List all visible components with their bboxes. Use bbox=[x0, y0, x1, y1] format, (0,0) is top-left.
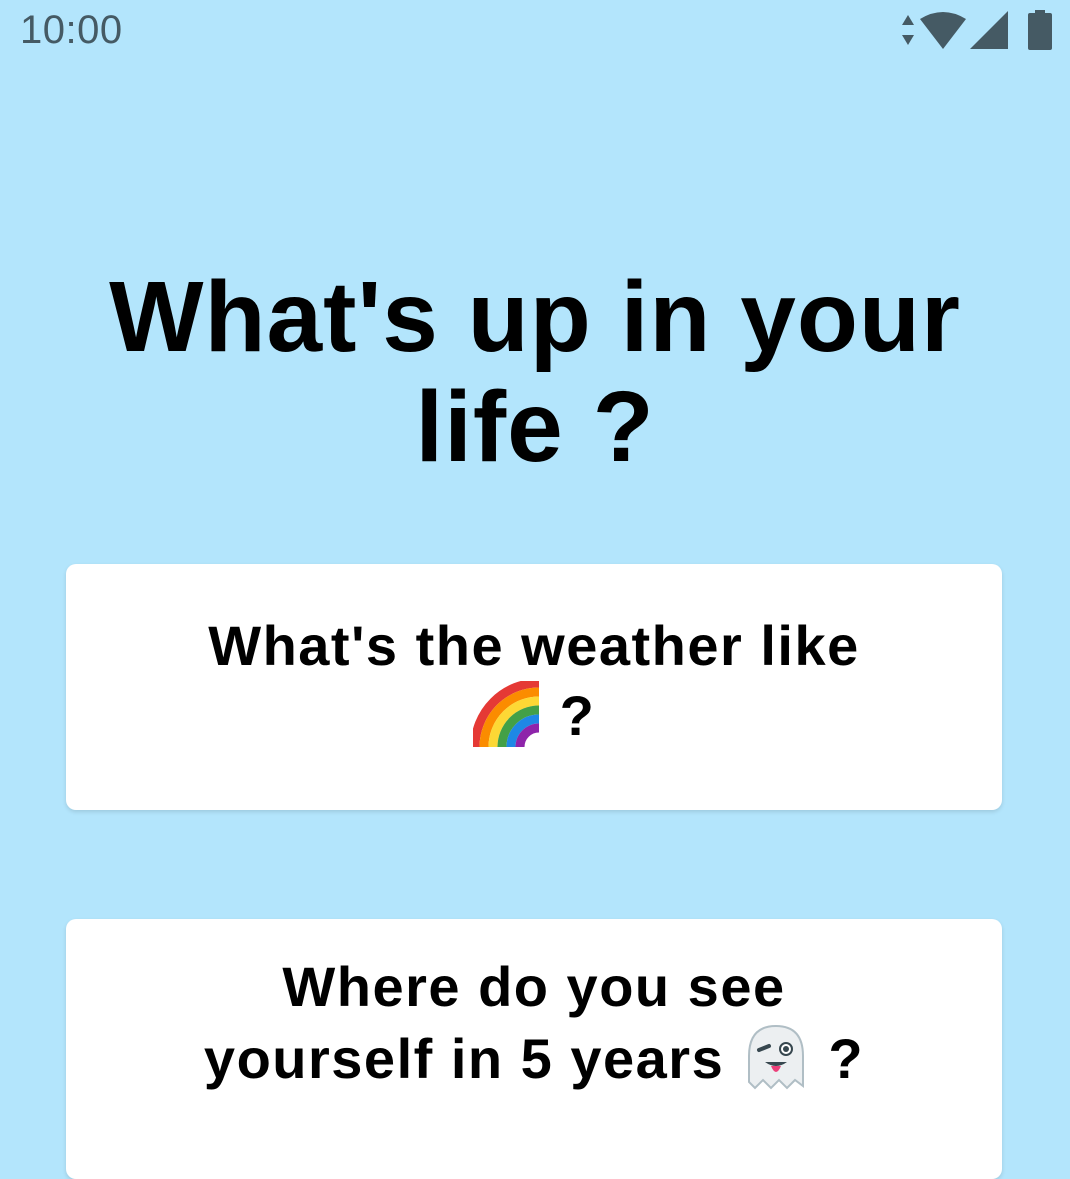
future-prompt-text: Where do you see yourself in 5 years ? bbox=[174, 952, 894, 1106]
rainbow-icon bbox=[470, 678, 543, 763]
future-prompt-question-mark: ? bbox=[828, 1027, 865, 1090]
cell-signal-icon bbox=[970, 11, 1008, 49]
status-time: 10:00 bbox=[20, 8, 123, 52]
future-prompt-card[interactable]: Where do you see yourself in 5 years ? bbox=[66, 919, 1002, 1179]
status-bar: 10:00 bbox=[0, 0, 1070, 64]
data-arrows-icon bbox=[900, 13, 916, 47]
weather-prompt-text: What's the weather like ? bbox=[174, 611, 894, 763]
status-icons bbox=[900, 10, 1052, 50]
weather-prompt-question-mark: ? bbox=[559, 684, 596, 747]
battery-icon bbox=[1028, 10, 1052, 50]
page-title: What's up in your life ? bbox=[109, 261, 961, 483]
weather-prompt-label: What's the weather like bbox=[208, 614, 860, 677]
weather-prompt-card[interactable]: What's the weather like ? bbox=[66, 564, 1002, 810]
future-prompt-label: Where do you see yourself in 5 years bbox=[203, 955, 786, 1090]
wifi-icon bbox=[920, 11, 966, 49]
ghost-icon bbox=[741, 1022, 811, 1106]
